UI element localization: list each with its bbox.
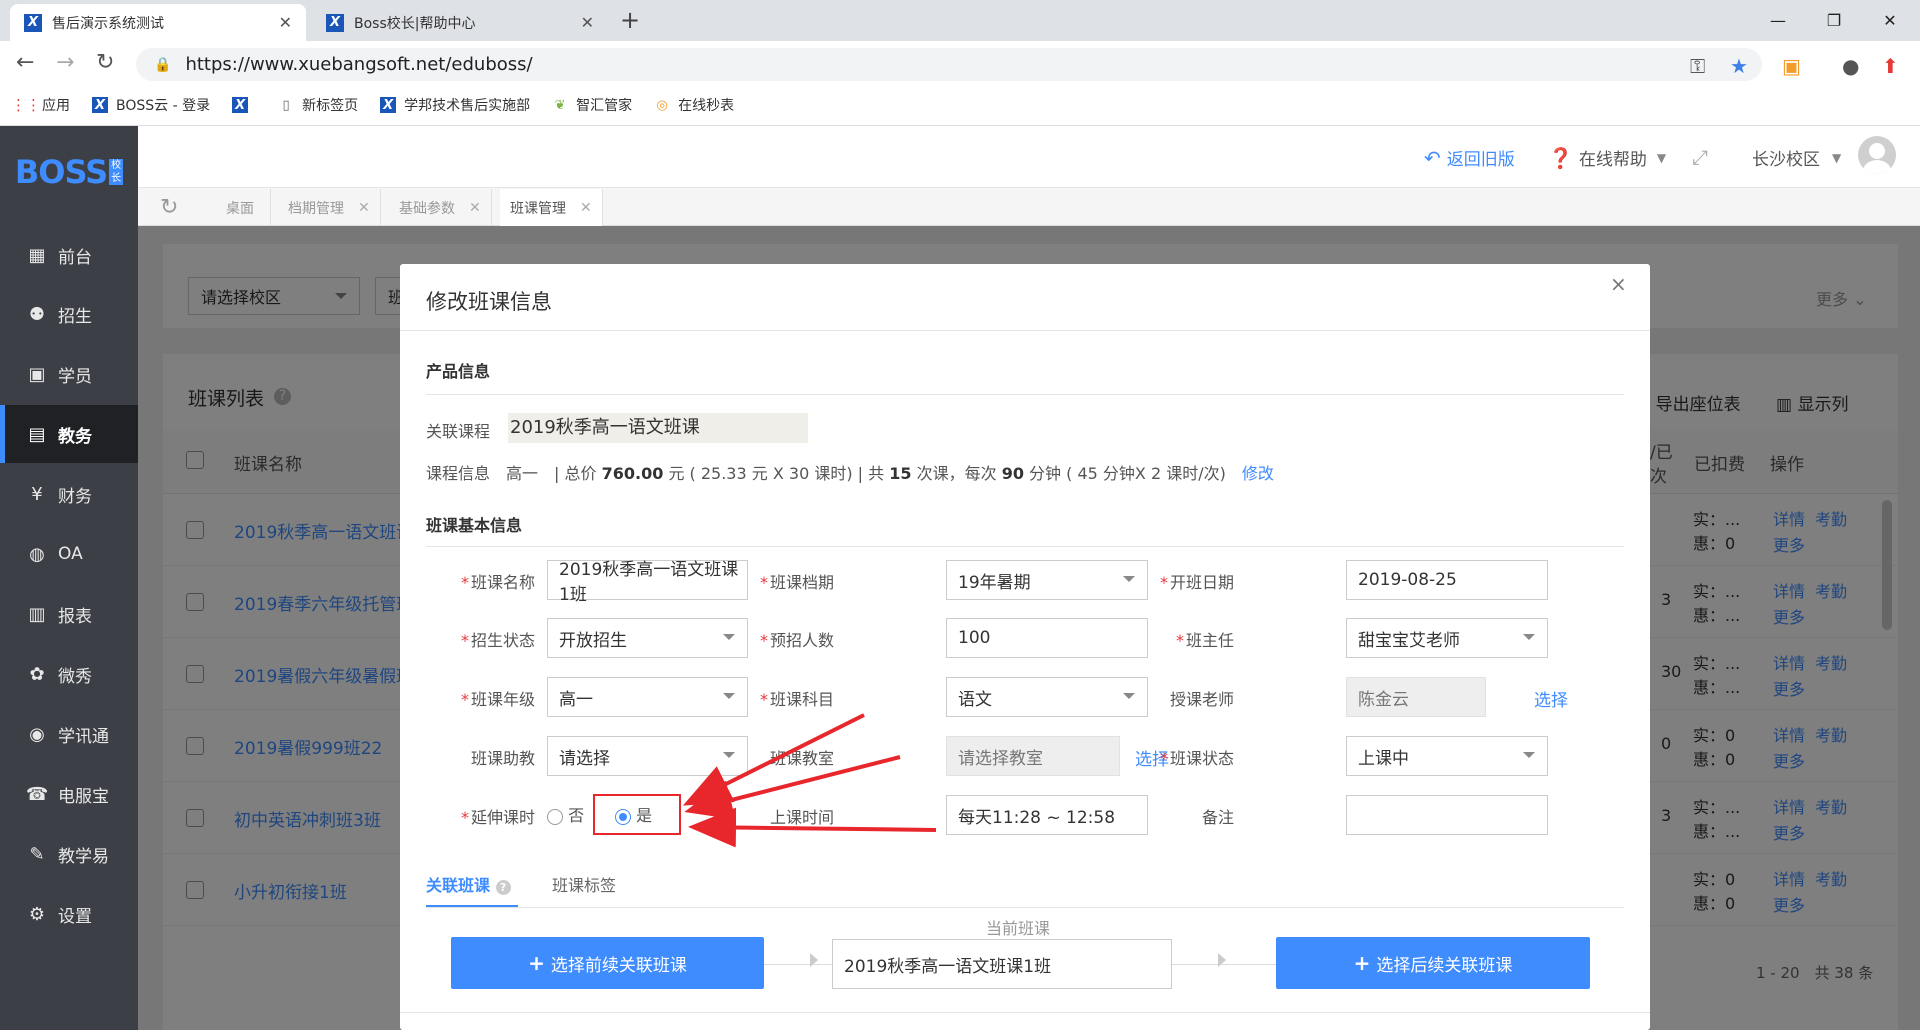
profile-icon[interactable]: ● (1842, 54, 1859, 78)
sidebar-item-dianfubao[interactable]: ☎ 电服宝 (0, 765, 138, 823)
help-icon: ❓ (1548, 145, 1573, 170)
back-old-version-button[interactable]: ↶ 返回旧版 (1424, 145, 1515, 171)
tab-desktop[interactable]: 桌面 (210, 189, 271, 226)
fullscreen-icon[interactable]: ⤢ (1692, 145, 1708, 169)
tab-title: 售后演示系统测试 (52, 15, 164, 32)
sidebar-item-finance[interactable]: ¥ 财务 (0, 465, 138, 523)
brand-logo: BOSS 校长 (0, 126, 138, 218)
user-add-icon: ⚉ (28, 303, 46, 325)
update-icon[interactable]: ⬆ (1882, 54, 1899, 78)
help-icon: ? (495, 880, 511, 895)
chat-icon: ◍ (29, 543, 45, 565)
url-text: https://www.xuebangsoft.net/eduboss/ (185, 54, 533, 75)
current-class-caption: 当前班课 (986, 919, 1051, 938)
xuebang-logo-icon: X (326, 13, 344, 32)
window-close-icon[interactable]: ✕ (1862, 2, 1918, 38)
bar-chart-icon: ▥ (28, 603, 46, 625)
sidebar-item-jiaoxueyi[interactable]: ✎ 教学易 (0, 825, 138, 883)
minimize-icon[interactable]: — (1750, 2, 1806, 38)
sidebar-item-settings[interactable]: ⚙ 设置 (0, 885, 138, 943)
extension-icon[interactable]: ▣ (1782, 54, 1801, 78)
current-class-box: 2019秋季高一语文班课1班 (832, 939, 1172, 989)
sidebar-item-reports[interactable]: ▥ 报表 (0, 585, 138, 643)
bookmark-apps[interactable]: ⋮⋮ 应用 (11, 95, 70, 115)
sidebar-item-students[interactable]: ▣ 学员 (0, 345, 138, 403)
page-icon: ▯ (282, 97, 290, 113)
teach-icon: ✎ (29, 843, 45, 865)
bookmark-support[interactable]: X 学邦技术售后实施部 (380, 95, 530, 115)
select-prev-linked-button[interactable]: + 选择前续关联班课 (451, 937, 764, 989)
maximize-icon[interactable]: ❐ (1806, 2, 1862, 38)
close-icon[interactable]: ✕ (581, 13, 594, 32)
browser-tab[interactable]: X Boss校长|帮助中心 ✕ (312, 4, 608, 41)
gear-icon: ⚙ (28, 903, 46, 925)
apps-grid-icon: ⋮⋮ (11, 96, 41, 114)
sidebar-item-academic[interactable]: ▤ 教务 (0, 405, 138, 463)
phone-icon: ☎ (26, 783, 49, 805)
bookmark-zhihui[interactable]: ❦ 智汇管家 (552, 95, 632, 115)
undo-icon: ↶ (1424, 145, 1441, 170)
tab-title: Boss校长|帮助中心 (354, 15, 476, 32)
weixiu-icon: ✿ (29, 663, 45, 685)
close-icon[interactable]: ✕ (580, 200, 592, 216)
reload-icon[interactable]: ↻ (96, 50, 114, 75)
sidebar-item-oa[interactable]: ◍ OA (0, 525, 138, 583)
arrow-3 (688, 807, 937, 848)
chevron-down-icon: ▼ (1832, 150, 1842, 165)
close-icon[interactable]: ✕ (469, 200, 481, 216)
plus-icon: + (1353, 951, 1371, 975)
sidebar-item-enroll[interactable]: ⚉ 招生 (0, 285, 138, 343)
calendar-icon: ▦ (28, 244, 46, 266)
leaf-icon: ❦ (554, 97, 566, 113)
tab-linked-classes[interactable]: 关联班课 ? (426, 872, 511, 896)
chevron-down-icon: ▼ (1656, 150, 1667, 165)
close-icon[interactable]: ✕ (279, 13, 292, 32)
refresh-icon[interactable]: ↻ (160, 195, 178, 220)
url-field[interactable]: 🔒 https://www.xuebangsoft.net/eduboss/ (136, 48, 1762, 81)
online-help-button[interactable]: ❓ 在线帮助 ▼ (1548, 145, 1667, 171)
tab-class-mgmt[interactable]: 班课管理 ✕ (500, 189, 603, 226)
yen-icon: ¥ (31, 483, 43, 505)
back-arrow-icon[interactable]: ← (16, 50, 34, 75)
xuebang-logo-icon: X (24, 13, 42, 32)
bookmark-new-tab[interactable]: ▯ 新标签页 (278, 95, 359, 115)
campus-dropdown[interactable]: 长沙校区 ▼ (1752, 145, 1841, 170)
location-icon: ◉ (29, 723, 45, 745)
sidebar-item-frontdesk[interactable]: ▦ 前台 (0, 226, 138, 284)
stopwatch-icon: ◎ (656, 97, 668, 113)
key-icon[interactable]: ⚿ (1690, 54, 1705, 78)
new-tab-icon[interactable]: + (620, 6, 640, 34)
chevron-right-icon (810, 953, 818, 967)
bookmark-stopwatch[interactable]: ◎ 在线秒表 (654, 95, 734, 115)
edit-class-modal: 修改班课信息 × 产品信息 关联课程 2019秋季高一语文班课 课程信息 高一 … (400, 264, 1650, 1030)
xuebang-logo-icon: X (92, 97, 108, 113)
divider (400, 1012, 1650, 1013)
xuebang-logo-icon: X (380, 97, 397, 113)
tab-class-tags[interactable]: 班课标签 (552, 872, 616, 896)
sidebar-item-xuexuntong[interactable]: ◉ 学讯通 (0, 705, 138, 763)
xuebang-logo-icon: X (232, 97, 249, 113)
board-icon: ▤ (28, 423, 46, 445)
bookmark-xuebang[interactable]: X (232, 97, 256, 113)
select-next-linked-button[interactable]: + 选择后续关联班课 (1276, 937, 1590, 989)
student-icon: ▣ (28, 363, 46, 385)
plus-icon: + (528, 951, 545, 975)
tab-period-mgmt[interactable]: 档期管理 ✕ (278, 189, 381, 226)
lock-icon: 🔒 (154, 56, 172, 73)
divider (426, 907, 1624, 908)
sidebar-item-weixiu[interactable]: ✿ 微秀 (0, 645, 138, 703)
avatar[interactable] (1858, 136, 1896, 174)
star-icon[interactable]: ★ (1730, 54, 1748, 78)
chevron-right-icon (1218, 953, 1226, 967)
tab-basic-params[interactable]: 基础参数 ✕ (389, 189, 492, 226)
forward-arrow-icon[interactable]: → (56, 50, 74, 75)
bookmarks-bar: ⋮⋮ 应用 X BOSS云 - 登录 X ▯ 新标签页 X 学邦技术售后实施部 ❦ 智汇管… (0, 85, 1920, 126)
bookmark-boss-cloud[interactable]: X BOSS云 - 登录 (92, 95, 210, 115)
close-icon[interactable]: ✕ (358, 200, 370, 216)
browser-tab-active[interactable]: X 售后演示系统测试 ✕ (10, 4, 306, 41)
